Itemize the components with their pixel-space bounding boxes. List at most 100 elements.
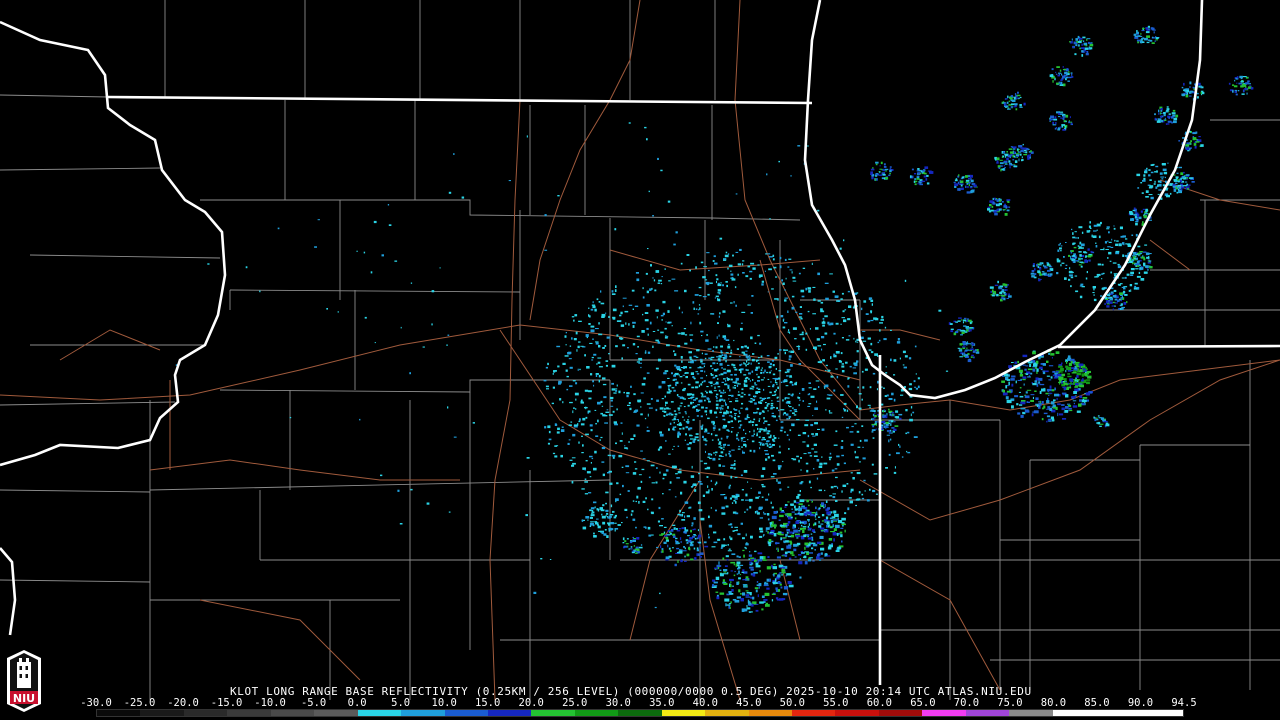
radar-echo-pixel — [682, 374, 685, 376]
radar-echo-pixel — [675, 231, 678, 234]
radar-echo-pixel — [747, 417, 750, 419]
radar-echo-pixel — [717, 438, 720, 441]
radar-echo-pixel — [743, 470, 748, 473]
radar-echo-pixel — [938, 309, 942, 312]
radar-echo-pixel — [624, 310, 629, 313]
radar-echo-pixel — [684, 439, 686, 441]
radar-echo-pixel — [1108, 241, 1112, 243]
radar-echo-pixel — [812, 313, 816, 315]
radar-echo-pixel — [712, 457, 716, 461]
radar-echo-pixel — [1108, 251, 1112, 255]
radar-echo-pixel — [626, 516, 628, 519]
radar-echo-pixel — [703, 462, 708, 465]
radar-echo-pixel — [694, 436, 697, 438]
radar-echo-pixel — [674, 496, 677, 498]
radar-echo-pixel — [569, 459, 573, 461]
radar-echo-pixel — [614, 228, 617, 231]
radar-echo-pixel — [914, 386, 916, 388]
radar-echo-pixel — [1025, 409, 1029, 413]
radar-echo-pixel — [756, 359, 759, 361]
radar-echo-pixel — [780, 430, 783, 432]
radar-echo-pixel — [1074, 256, 1077, 259]
radar-echo-pixel — [706, 391, 708, 394]
radar-echo-pixel — [603, 533, 607, 536]
radar-echo-pixel — [859, 439, 862, 442]
radar-echo-pixel — [1081, 50, 1084, 53]
radar-echo-pixel — [693, 547, 696, 550]
radar-echo-pixel — [719, 411, 722, 414]
radar-echo-pixel — [364, 316, 367, 319]
radar-echo-pixel — [673, 416, 677, 418]
radar-echo-pixel — [585, 334, 589, 337]
radar-echo-pixel — [714, 297, 716, 299]
radar-echo-pixel — [672, 448, 674, 450]
radar-echo-pixel — [1129, 284, 1133, 287]
radar-echo-pixel — [820, 310, 825, 313]
radar-echo-pixel — [1085, 52, 1089, 56]
radar-echo-pixel — [821, 336, 825, 339]
radar-echo-pixel — [658, 385, 662, 389]
radar-echo-pixel — [765, 530, 768, 532]
radar-echo-pixel — [704, 467, 707, 470]
radar-echo-pixel — [836, 455, 840, 458]
radar-echo-pixel — [834, 468, 838, 470]
radar-echo-pixel — [871, 463, 874, 466]
radar-echo-pixel — [792, 412, 795, 414]
radar-echo-pixel — [672, 547, 674, 549]
radar-echo-pixel — [722, 357, 725, 359]
radar-echo-pixel — [749, 566, 754, 569]
radar-echo-pixel — [717, 566, 720, 569]
radar-echo-pixel — [1066, 386, 1072, 389]
radar-echo-pixel — [890, 420, 894, 423]
radar-echo-pixel — [973, 356, 975, 359]
scale-label: -30.0 — [80, 697, 112, 709]
radar-echo-pixel — [806, 469, 809, 473]
radar-echo-pixel — [1006, 298, 1009, 299]
radar-echo-pixel — [788, 405, 789, 407]
radar-echo-pixel — [882, 415, 885, 419]
radar-echo-pixel — [701, 335, 703, 337]
radar-echo-pixel — [710, 453, 713, 456]
radar-echo-pixel — [777, 481, 781, 484]
radar-echo-pixel — [584, 354, 586, 357]
radar-echo-pixel — [752, 400, 755, 401]
radar-echo-pixel — [745, 533, 747, 537]
radar-echo-pixel — [1080, 47, 1085, 49]
radar-echo-pixel — [1194, 146, 1197, 149]
radar-echo-pixel — [595, 328, 599, 330]
radar-echo-pixel — [1167, 120, 1172, 123]
radar-echo-pixel — [723, 569, 728, 572]
radar-echo-pixel — [642, 458, 646, 460]
radar-echo-pixel — [1027, 157, 1030, 160]
radar-echo-pixel — [691, 465, 693, 469]
radar-echo-pixel — [1059, 242, 1061, 245]
radar-echo-pixel — [992, 202, 996, 205]
radar-echo-pixel — [816, 541, 822, 544]
radar-echo-pixel — [1008, 381, 1010, 386]
radar-echo-pixel — [755, 366, 759, 370]
radar-echo-pixel — [727, 364, 730, 366]
radar-echo-pixel — [756, 512, 760, 515]
radar-echo-pixel — [680, 262, 683, 265]
radar-echo-pixel — [695, 371, 699, 373]
radar-echo-pixel — [642, 287, 644, 290]
radar-echo-pixel — [691, 360, 694, 362]
radar-echo-pixel — [578, 420, 581, 423]
radar-echo-pixel — [571, 457, 576, 459]
radar-echo-pixel — [620, 311, 623, 315]
radar-echo-pixel — [1052, 121, 1055, 125]
radar-echo-pixel — [970, 179, 974, 183]
radar-echo-pixel — [667, 544, 669, 548]
radar-echo-pixel — [857, 386, 859, 389]
radar-echo-pixel — [1075, 38, 1079, 41]
radar-echo-pixel — [925, 178, 928, 181]
radar-echo-pixel — [551, 402, 554, 405]
radar-echo-pixel — [681, 527, 685, 530]
radar-echo-pixel — [1026, 401, 1030, 403]
radar-echo-pixel — [689, 366, 692, 369]
radar-echo-pixel — [705, 413, 707, 416]
radar-echo-pixel — [742, 450, 744, 452]
radar-echo-pixel — [999, 208, 1002, 211]
radar-echo-pixel — [726, 559, 729, 561]
radar-echo-pixel — [1014, 160, 1018, 163]
